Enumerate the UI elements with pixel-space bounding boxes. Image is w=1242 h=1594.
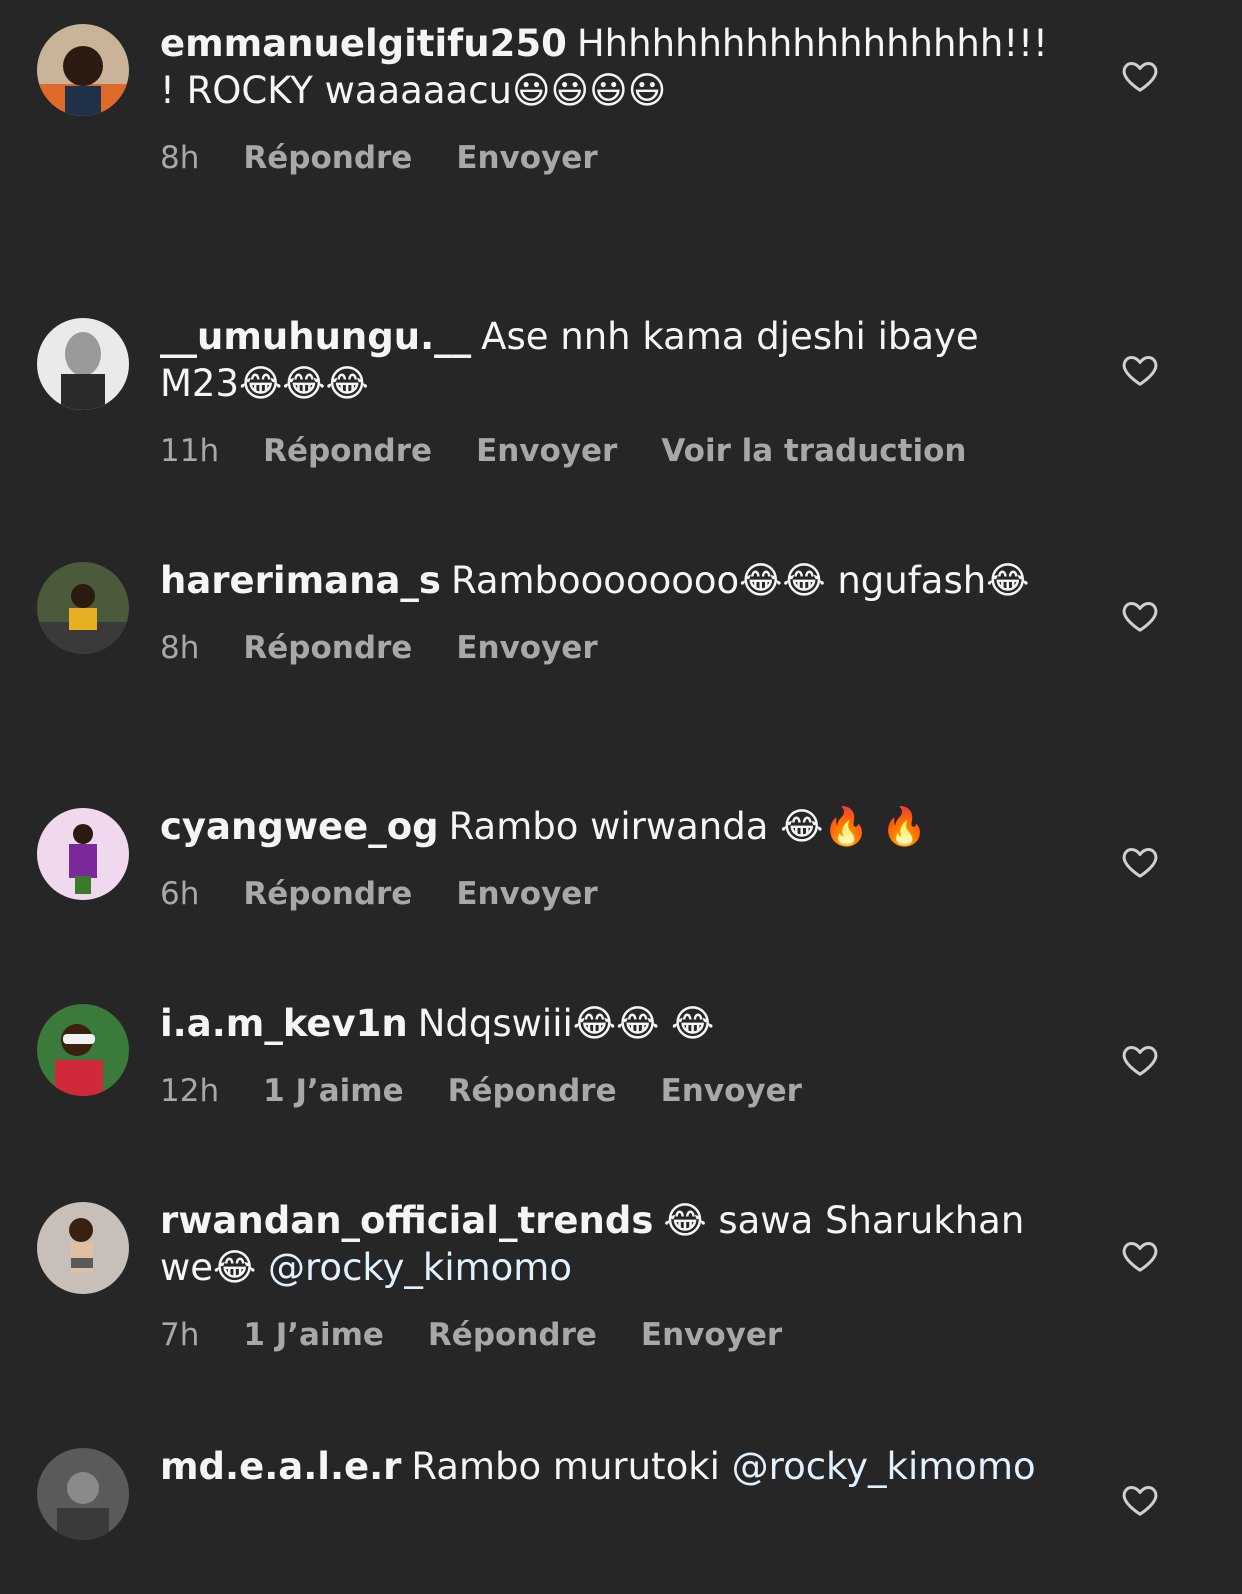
reply-button[interactable]: Répondre bbox=[448, 1073, 617, 1109]
send-button[interactable]: Envoyer bbox=[641, 1317, 782, 1353]
comment-meta: 8h Répondre Envoyer bbox=[160, 138, 1060, 178]
like-heart-icon[interactable] bbox=[1120, 1480, 1160, 1520]
reply-button[interactable]: Répondre bbox=[428, 1317, 597, 1353]
avatar[interactable] bbox=[37, 1448, 129, 1540]
comment-text: cyangwee_og Rambo wirwanda 😂🔥 🔥 bbox=[160, 803, 1060, 850]
username-link[interactable]: __umuhungu.__ bbox=[160, 315, 471, 358]
timestamp: 8h bbox=[160, 630, 200, 666]
person-avatar-icon bbox=[37, 1004, 129, 1096]
translate-button[interactable]: Voir la traduction bbox=[661, 433, 966, 469]
comment-meta: 6h Répondre Envoyer bbox=[160, 874, 1060, 914]
comment-text: harerimana_s Ramboooooooo😂😂 ngufash😂 bbox=[160, 557, 1060, 604]
likes-count[interactable]: 1 J’aime bbox=[243, 1317, 384, 1353]
like-heart-icon[interactable] bbox=[1120, 56, 1160, 96]
statue-avatar-icon bbox=[37, 318, 129, 410]
like-heart-icon[interactable] bbox=[1120, 842, 1160, 882]
timestamp: 6h bbox=[160, 876, 200, 912]
comments-list: emmanuelgitifu250 Hhhhhhhhhhhhhhhhhh!!!! … bbox=[0, 0, 1242, 1594]
likes-count[interactable]: 1 J’aime bbox=[263, 1073, 404, 1109]
person-avatar-icon bbox=[37, 562, 129, 654]
avatar[interactable] bbox=[37, 1202, 129, 1294]
username-link[interactable]: md.e.a.l.e.r bbox=[160, 1445, 401, 1488]
username-link[interactable]: harerimana_s bbox=[160, 559, 441, 602]
like-heart-icon[interactable] bbox=[1120, 596, 1160, 636]
comment-meta: 12h 1 J’aime Répondre Envoyer bbox=[160, 1071, 1060, 1111]
comment-meta: 11h Répondre Envoyer Voir la traduction bbox=[160, 431, 1060, 471]
comment-meta: 7h 1 J’aime Répondre Envoyer bbox=[160, 1315, 1060, 1355]
username-link[interactable]: emmanuelgitifu250 bbox=[160, 22, 567, 65]
comment-text: i.a.m_kev1n Ndqswiii😂😂 😂 bbox=[160, 1000, 1060, 1047]
mention-link[interactable]: @rocky_kimomo bbox=[732, 1445, 1036, 1488]
person-avatar-icon bbox=[37, 808, 129, 900]
username-link[interactable]: rwandan_official_trends bbox=[160, 1199, 653, 1242]
reply-button[interactable]: Répondre bbox=[263, 433, 432, 469]
avatar[interactable] bbox=[37, 318, 129, 410]
send-button[interactable]: Envoyer bbox=[456, 876, 597, 912]
comment-text: rwandan_official_trends 😂 sawa Sharukhan … bbox=[160, 1197, 1060, 1291]
mention-link[interactable]: @rocky_kimomo bbox=[268, 1246, 572, 1289]
like-heart-icon[interactable] bbox=[1120, 1040, 1160, 1080]
comment-body: Rambo murutoki bbox=[411, 1445, 732, 1488]
comment-text: emmanuelgitifu250 Hhhhhhhhhhhhhhhhhh!!!! … bbox=[160, 20, 1060, 114]
reply-button[interactable]: Répondre bbox=[243, 876, 412, 912]
send-button[interactable]: Envoyer bbox=[456, 140, 597, 176]
comment-meta: 8h Répondre Envoyer bbox=[160, 628, 1060, 668]
person-avatar-icon bbox=[37, 24, 129, 116]
comment-text: __umuhungu.__ Ase nnh kama djeshi ibaye M… bbox=[160, 313, 1060, 407]
username-link[interactable]: i.a.m_kev1n bbox=[160, 1002, 408, 1045]
person-avatar-icon bbox=[37, 1448, 129, 1540]
reply-button[interactable]: Répondre bbox=[243, 630, 412, 666]
avatar[interactable] bbox=[37, 1004, 129, 1096]
comment-text: md.e.a.l.e.r Rambo murutoki @rocky_kimomo bbox=[160, 1443, 1060, 1490]
timestamp: 11h bbox=[160, 433, 220, 469]
send-button[interactable]: Envoyer bbox=[476, 433, 617, 469]
send-button[interactable]: Envoyer bbox=[456, 630, 597, 666]
username-link[interactable]: cyangwee_og bbox=[160, 805, 439, 848]
timestamp: 8h bbox=[160, 140, 200, 176]
avatar[interactable] bbox=[37, 562, 129, 654]
send-button[interactable]: Envoyer bbox=[661, 1073, 802, 1109]
comment-body: Rambo wirwanda 😂🔥 🔥 bbox=[448, 805, 928, 848]
like-heart-icon[interactable] bbox=[1120, 1236, 1160, 1276]
avatar[interactable] bbox=[37, 808, 129, 900]
like-heart-icon[interactable] bbox=[1120, 350, 1160, 390]
comment-body: Ramboooooooo😂😂 ngufash😂 bbox=[450, 559, 1030, 602]
timestamp: 7h bbox=[160, 1317, 200, 1353]
avatar[interactable] bbox=[37, 24, 129, 116]
person-avatar-icon bbox=[37, 1202, 129, 1294]
reply-button[interactable]: Répondre bbox=[243, 140, 412, 176]
timestamp: 12h bbox=[160, 1073, 220, 1109]
comment-body: Ndqswiii😂😂 😂 bbox=[417, 1002, 715, 1045]
